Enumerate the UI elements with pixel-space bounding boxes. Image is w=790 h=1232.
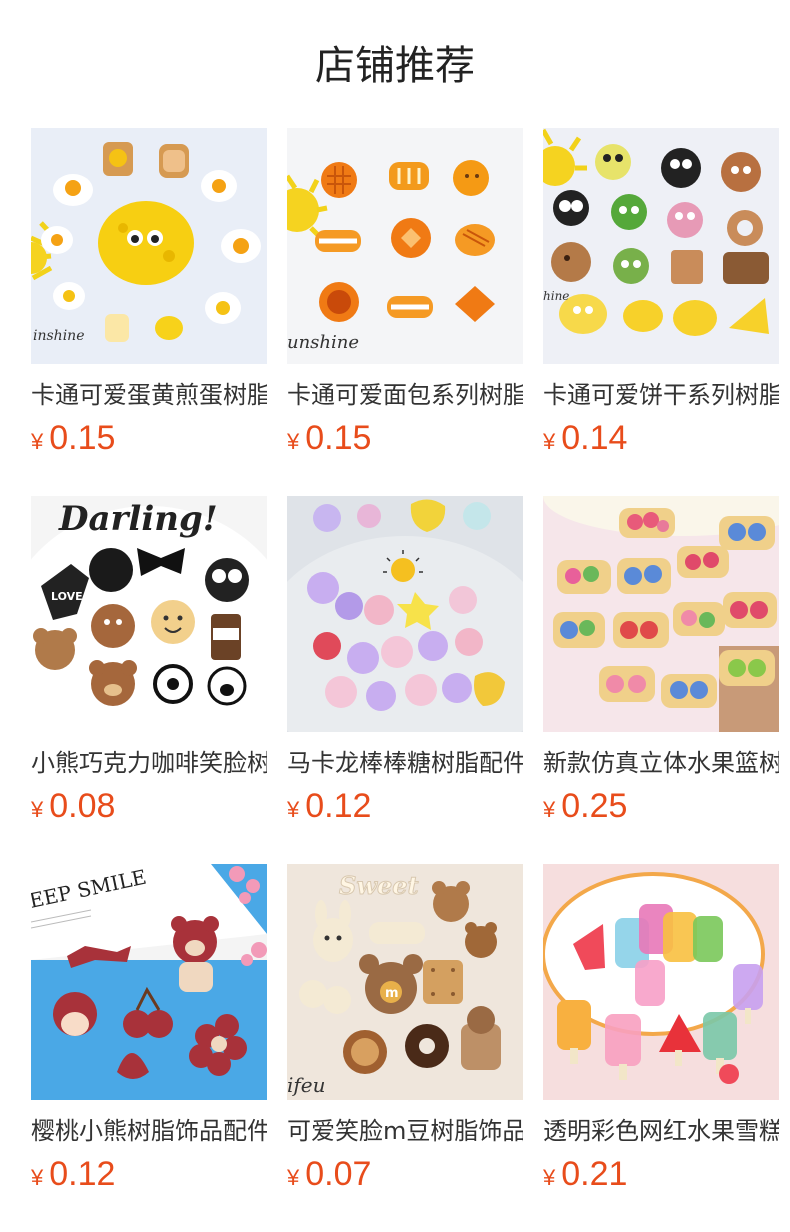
price-amount: 0.08 [49,787,116,825]
product-image[interactable] [543,496,779,732]
product-card[interactable]: EEP SMILE 樱桃小熊树脂饰品配件 ¥0.12 [31,864,267,1232]
product-price: ¥0.08 [31,784,115,828]
product-price: ¥0.21 [543,1152,627,1196]
product-card[interactable]: 马卡龙棒棒糖树脂配件 ¥0.12 [287,496,523,864]
product-title[interactable]: 卡通可爱蛋黄煎蛋树脂配件 [31,378,267,412]
product-card[interactable]: hine 卡通可爱饼干系列树脂配件 ¥0.14 [543,128,779,496]
product-title[interactable]: 卡通可爱面包系列树脂配件 [287,378,523,412]
product-image[interactable]: hine [543,128,779,364]
product-grid: inshine 卡通可爱蛋黄煎蛋树脂配件 ¥0.15 unshine 卡通可爱面… [31,128,779,1232]
product-price: ¥0.12 [31,1152,115,1196]
product-title[interactable]: 樱桃小熊树脂饰品配件 [31,1114,267,1148]
price-amount: 0.25 [561,787,628,825]
product-image[interactable]: Darling! LOVE [31,496,267,732]
svg-text:LOVE: LOVE [51,590,83,603]
product-image[interactable] [543,864,779,1100]
currency-symbol: ¥ [31,429,44,454]
price-amount: 0.12 [49,1155,116,1193]
product-price: ¥0.15 [287,416,371,460]
currency-symbol: ¥ [543,429,556,454]
currency-symbol: ¥ [543,797,556,822]
product-card[interactable]: 透明彩色网红水果雪糕树脂配件 ¥0.21 [543,864,779,1232]
svg-text:hine: hine [543,289,569,303]
product-price: ¥0.25 [543,784,627,828]
svg-text:Darling!: Darling! [58,499,218,539]
price-amount: 0.12 [305,787,372,825]
product-title[interactable]: 卡通可爱饼干系列树脂配件 [543,378,779,412]
product-card[interactable]: inshine 卡通可爱蛋黄煎蛋树脂配件 ¥0.15 [31,128,267,496]
product-image[interactable]: EEP SMILE [31,864,267,1100]
price-amount: 0.21 [561,1155,628,1193]
product-card[interactable]: 新款仿真立体水果篮树脂配件 ¥0.25 [543,496,779,864]
price-amount: 0.15 [305,419,372,457]
currency-symbol: ¥ [543,1165,556,1190]
product-price: ¥0.12 [287,784,371,828]
currency-symbol: ¥ [287,429,300,454]
product-image[interactable]: unshine [287,128,523,364]
price-amount: 0.15 [49,419,116,457]
product-price: ¥0.14 [543,416,627,460]
currency-symbol: ¥ [31,1165,44,1190]
product-price: ¥0.15 [31,416,115,460]
svg-text:ifeu: ifeu [287,1073,326,1097]
product-title[interactable]: 马卡龙棒棒糖树脂配件 [287,746,523,780]
product-price: ¥0.07 [287,1152,371,1196]
svg-text:inshine: inshine [33,328,84,344]
currency-symbol: ¥ [287,1165,300,1190]
currency-symbol: ¥ [31,797,44,822]
price-amount: 0.14 [561,419,628,457]
product-card[interactable]: unshine 卡通可爱面包系列树脂配件 ¥0.15 [287,128,523,496]
product-image[interactable]: inshine [31,128,267,364]
product-card[interactable]: Sweet m ifeu 可爱笑脸m豆树脂饰品配件 ¥0.07 [287,864,523,1232]
svg-text:unshine: unshine [287,332,359,353]
currency-symbol: ¥ [287,797,300,822]
product-image[interactable] [287,496,523,732]
page-title: 店铺推荐 [315,43,475,89]
product-card[interactable]: Darling! LOVE 小熊巧克力咖啡笑脸树脂配件 ¥0.08 [31,496,267,864]
svg-text:m: m [385,986,399,1001]
product-title[interactable]: 可爱笑脸m豆树脂饰品配件 [287,1114,523,1148]
price-amount: 0.07 [305,1155,372,1193]
svg-text:Sweet: Sweet [339,871,419,900]
product-title[interactable]: 小熊巧克力咖啡笑脸树脂配件 [31,746,267,780]
product-title[interactable]: 新款仿真立体水果篮树脂配件 [543,746,779,780]
product-image[interactable]: Sweet m ifeu [287,864,523,1100]
product-title[interactable]: 透明彩色网红水果雪糕树脂配件 [543,1114,779,1148]
